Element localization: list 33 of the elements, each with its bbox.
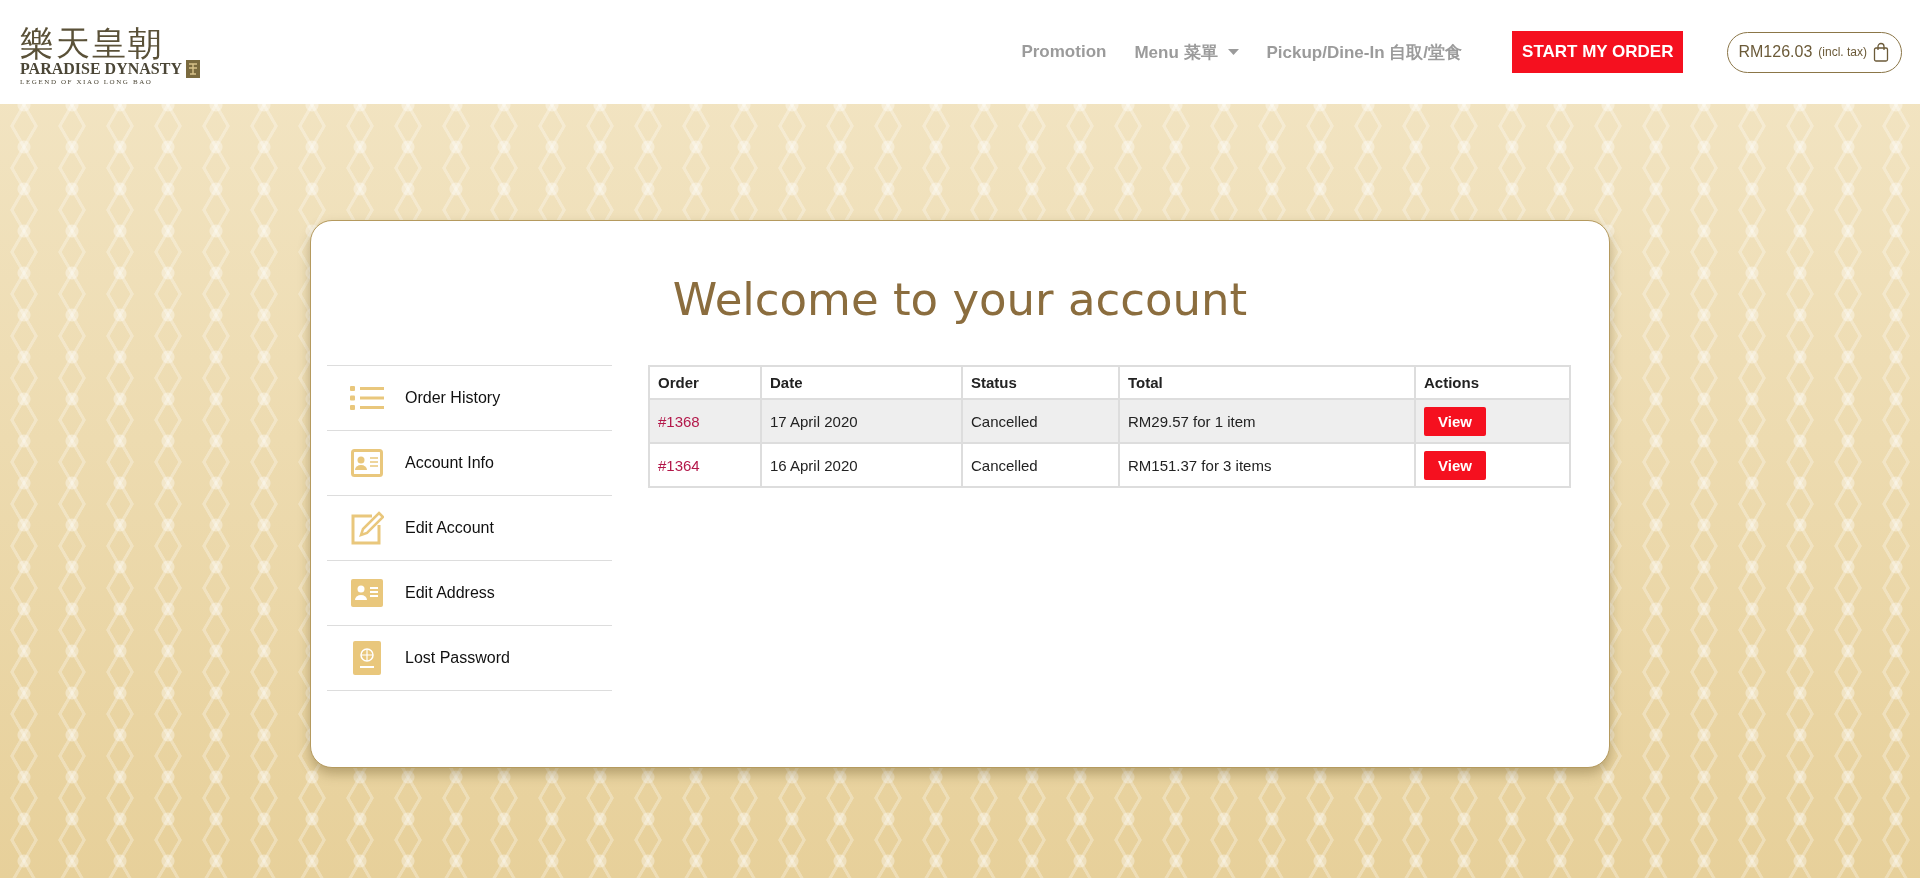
page-title: Welcome to your account bbox=[671, 272, 1249, 328]
start-order-button[interactable]: START MY ORDER bbox=[1512, 31, 1684, 73]
caret-icon bbox=[1227, 49, 1239, 55]
seal-icon bbox=[185, 60, 200, 78]
id-card-icon bbox=[351, 449, 383, 477]
sidebar-item[interactable]: Account Info bbox=[327, 431, 612, 496]
column-header: Order bbox=[649, 366, 761, 399]
column-header: Total bbox=[1119, 366, 1415, 399]
table-cell: Cancelled bbox=[962, 399, 1119, 443]
table-cell: RM151.37 for 3 items bbox=[1119, 443, 1415, 487]
sidebar-item[interactable]: Edit Account bbox=[327, 496, 612, 561]
sidebar-item[interactable]: Order History bbox=[327, 366, 612, 431]
table-cell: 17 April 2020 bbox=[761, 399, 962, 443]
column-header: Actions bbox=[1415, 366, 1570, 399]
column-header: Date bbox=[761, 366, 962, 399]
id-card-icon bbox=[351, 579, 383, 607]
table-cell: 16 April 2020 bbox=[761, 443, 962, 487]
column-header: Status bbox=[962, 366, 1119, 399]
logo-name-text: PARADISE DYNASTY bbox=[20, 61, 182, 77]
passport-icon bbox=[353, 641, 381, 675]
logo-chinese-text: 樂天皇朝 bbox=[20, 26, 164, 60]
cart-button[interactable]: RM126.03 (incl. tax) bbox=[1727, 31, 1902, 73]
sidebar-item[interactable]: Edit Address bbox=[327, 561, 612, 626]
order-link[interactable]: #1364 bbox=[658, 456, 700, 474]
view-button[interactable]: View bbox=[1424, 406, 1486, 436]
shopping-bag-icon bbox=[1873, 42, 1889, 62]
table-cell: Cancelled bbox=[962, 443, 1119, 487]
list-icon bbox=[350, 385, 384, 411]
table-cell: RM29.57 for 1 item bbox=[1119, 399, 1415, 443]
edit-icon bbox=[350, 511, 384, 545]
order-link[interactable]: #1368 bbox=[658, 412, 700, 430]
view-button[interactable]: View bbox=[1424, 450, 1486, 480]
sidebar-item[interactable]: Lost Password bbox=[327, 626, 612, 691]
